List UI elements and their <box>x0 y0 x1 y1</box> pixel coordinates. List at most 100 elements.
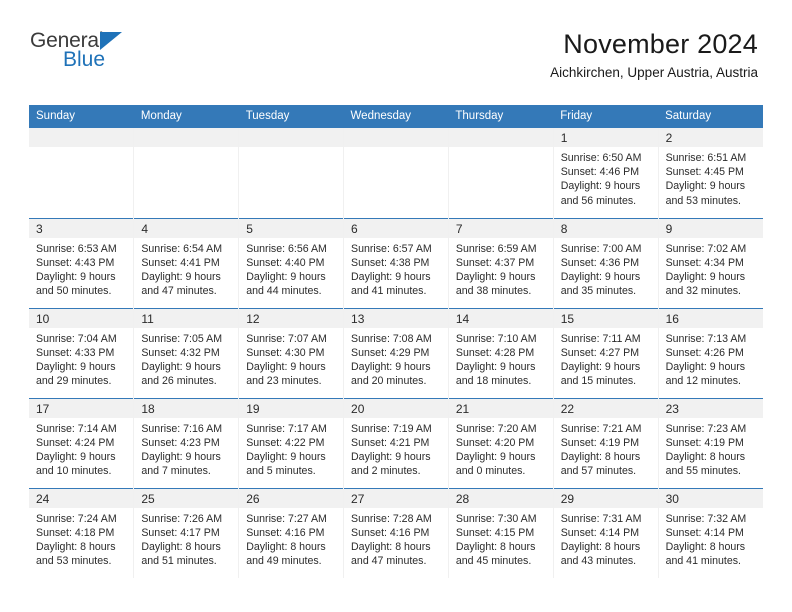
calendar-day-cell[interactable]: 21 Sunrise: 7:20 AM Sunset: 4:20 PM Dayligh… <box>448 397 554 488</box>
sunset-text: Sunset: 4:30 PM <box>246 346 325 359</box>
calendar-day-cell[interactable]: 16 Sunrise: 7:13 AM Sunset: 4:26 PM Dayligh… <box>658 307 763 398</box>
daylight-text-line2: and 57 minutes. <box>560 465 637 478</box>
calendar-day-cell[interactable]: 30 Sunrise: 7:32 AM Sunset: 4:14 PM Dayligh… <box>658 487 763 578</box>
daylight-text-line1: Daylight: 9 hours <box>351 450 431 463</box>
calendar-week-row: 17 Sunrise: 7:14 AM Sunset: 4:24 PM Dayligh… <box>29 397 763 488</box>
calendar-day-cell[interactable]: 7 Sunrise: 6:59 AM Sunset: 4:37 PM Daylight… <box>448 217 554 308</box>
day-details: Sunrise: 7:24 AM Sunset: 4:18 PM Daylight:… <box>29 508 133 569</box>
sunrise-text: Sunrise: 7:14 AM <box>36 422 117 435</box>
day-number: 2 <box>658 128 763 147</box>
daylight-text-line2: and 32 minutes. <box>665 285 741 298</box>
daylight-text-line1: Daylight: 8 hours <box>141 540 221 553</box>
day-number: 17 <box>29 398 134 418</box>
daylight-text-line1: Daylight: 9 hours <box>351 360 431 373</box>
sunset-text: Sunset: 4:34 PM <box>665 256 744 269</box>
day-details: Sunrise: 7:08 AM Sunset: 4:29 PM Daylight:… <box>344 328 448 389</box>
day-number: 15 <box>553 308 658 328</box>
sunset-text: Sunset: 4:40 PM <box>246 256 325 269</box>
calendar-day-cell[interactable]: 10 Sunrise: 7:04 AM Sunset: 4:33 PM Dayligh… <box>29 307 135 398</box>
daylight-text-line1: Daylight: 8 hours <box>36 540 116 553</box>
day-number: 10 <box>29 308 134 328</box>
general-blue-logo[interactable]: General Blue <box>30 30 180 76</box>
page-title: November 2024 <box>563 29 758 59</box>
daylight-text-line2: and 5 minutes. <box>246 465 316 478</box>
page-subtitle: Aichkirchen, Upper Austria, Austria <box>550 65 758 80</box>
sunset-text: Sunset: 4:19 PM <box>560 436 640 449</box>
sunset-text: Sunset: 4:16 PM <box>246 526 325 539</box>
calendar-day-cell[interactable]: 15 Sunrise: 7:11 AM Sunset: 4:27 PM Dayligh… <box>553 307 659 398</box>
calendar-day-cell[interactable]: 25 Sunrise: 7:26 AM Sunset: 4:17 PM Dayligh… <box>133 487 240 578</box>
weekday-header-monday: Monday <box>133 105 239 128</box>
daylight-text-line1: Daylight: 9 hours <box>246 270 326 283</box>
sunrise-text: Sunrise: 6:50 AM <box>560 152 642 164</box>
calendar-day-cell[interactable]: 9 Sunrise: 7:02 AM Sunset: 4:34 PM Daylight… <box>658 217 763 308</box>
calendar-day-cell-empty <box>238 128 345 218</box>
day-number: 18 <box>134 398 239 418</box>
sunrise-text: Sunrise: 7:02 AM <box>665 242 747 255</box>
sunrise-text: Sunrise: 6:57 AM <box>351 242 432 255</box>
calendar-week-row: 24 Sunrise: 7:24 AM Sunset: 4:18 PM Dayligh… <box>29 487 763 578</box>
calendar-day-cell[interactable]: 28 Sunrise: 7:30 AM Sunset: 4:15 PM Dayligh… <box>448 487 554 578</box>
day-number: 22 <box>553 398 658 418</box>
weekday-header-tuesday: Tuesday <box>238 105 344 128</box>
calendar-day-cell[interactable]: 26 Sunrise: 7:27 AM Sunset: 4:16 PM Dayligh… <box>238 487 345 578</box>
daylight-text-line2: and 18 minutes. <box>455 375 532 388</box>
calendar-day-cell[interactable]: 1 Sunrise: 6:50 AM Sunset: 4:46 PM Daylight… <box>553 128 659 218</box>
sunrise-text: Sunrise: 6:53 AM <box>36 242 117 255</box>
day-number: 16 <box>658 308 763 328</box>
daylight-text-line2: and 53 minutes. <box>665 194 741 207</box>
calendar-day-cell[interactable]: 19 Sunrise: 7:17 AM Sunset: 4:22 PM Dayligh… <box>238 397 345 488</box>
sunset-text: Sunset: 4:33 PM <box>36 346 115 359</box>
calendar-day-cell[interactable]: 4 Sunrise: 6:54 AM Sunset: 4:41 PM Daylight… <box>133 217 240 308</box>
calendar-day-cell[interactable]: 29 Sunrise: 7:31 AM Sunset: 4:14 PM Dayligh… <box>553 487 659 578</box>
calendar-day-cell[interactable]: 14 Sunrise: 7:10 AM Sunset: 4:28 PM Dayligh… <box>448 307 554 398</box>
calendar-day-cell[interactable]: 27 Sunrise: 7:28 AM Sunset: 4:16 PM Dayligh… <box>343 487 449 578</box>
daylight-text-line2: and 38 minutes. <box>455 285 532 298</box>
day-details: Sunrise: 6:59 AM Sunset: 4:37 PM Daylight:… <box>449 238 553 299</box>
calendar-day-cell[interactable]: 6 Sunrise: 6:57 AM Sunset: 4:38 PM Daylight… <box>343 217 449 308</box>
calendar-day-cell[interactable]: 3 Sunrise: 6:53 AM Sunset: 4:43 PM Daylight… <box>29 217 135 308</box>
day-details: Sunrise: 7:02 AM Sunset: 4:34 PM Daylight:… <box>659 238 763 299</box>
calendar-day-cell[interactable]: 20 Sunrise: 7:19 AM Sunset: 4:21 PM Dayligh… <box>343 397 449 488</box>
calendar-day-cell[interactable]: 18 Sunrise: 7:16 AM Sunset: 4:23 PM Dayligh… <box>133 397 240 488</box>
sunset-text: Sunset: 4:37 PM <box>455 256 535 269</box>
day-details: Sunrise: 6:51 AM Sunset: 4:45 PM Daylight:… <box>659 147 763 208</box>
day-number: 6 <box>344 218 448 238</box>
daylight-text-line2: and 43 minutes. <box>560 555 637 568</box>
sunset-text: Sunset: 4:21 PM <box>351 436 430 449</box>
sunrise-text: Sunrise: 7:27 AM <box>246 512 327 525</box>
calendar-day-cell[interactable]: 17 Sunrise: 7:14 AM Sunset: 4:24 PM Dayligh… <box>29 397 135 488</box>
daylight-text-line1: Daylight: 9 hours <box>36 270 116 283</box>
calendar-day-cell-empty <box>448 128 554 218</box>
calendar-day-cell[interactable]: 11 Sunrise: 7:05 AM Sunset: 4:32 PM Dayligh… <box>133 307 240 398</box>
daylight-text-line2: and 0 minutes. <box>455 465 526 478</box>
day-details: Sunrise: 7:20 AM Sunset: 4:20 PM Daylight:… <box>449 418 553 479</box>
calendar-day-cell[interactable]: 5 Sunrise: 6:56 AM Sunset: 4:40 PM Daylight… <box>238 217 345 308</box>
calendar-day-cell[interactable]: 23 Sunrise: 7:23 AM Sunset: 4:19 PM Dayligh… <box>658 397 763 488</box>
daylight-text-line1: Daylight: 9 hours <box>36 450 116 463</box>
day-number: 24 <box>29 488 134 508</box>
daylight-text-line2: and 2 minutes. <box>351 465 421 478</box>
logo-text-blue: Blue <box>63 48 106 71</box>
weekday-header-sunday: Sunday <box>29 105 134 128</box>
title-block: November 2024 Aichkirchen, Upper Austria… <box>550 28 758 83</box>
daylight-text-line1: Daylight: 8 hours <box>455 540 536 553</box>
calendar-day-cell[interactable]: 12 Sunrise: 7:07 AM Sunset: 4:30 PM Dayligh… <box>238 307 345 398</box>
day-details: Sunrise: 7:27 AM Sunset: 4:16 PM Daylight:… <box>239 508 343 569</box>
calendar-day-cell[interactable]: 2 Sunrise: 6:51 AM Sunset: 4:45 PM Daylight… <box>658 128 763 218</box>
daylight-text-line1: Daylight: 8 hours <box>246 540 326 553</box>
day-details: Sunrise: 7:28 AM Sunset: 4:16 PM Daylight:… <box>344 508 448 569</box>
sunrise-text: Sunrise: 7:11 AM <box>560 332 641 345</box>
calendar-day-cell[interactable]: 22 Sunrise: 7:21 AM Sunset: 4:19 PM Dayligh… <box>553 397 659 488</box>
sunset-text: Sunset: 4:20 PM <box>455 436 535 449</box>
daylight-text-line2: and 20 minutes. <box>351 375 427 388</box>
sunrise-text: Sunrise: 6:51 AM <box>665 152 747 164</box>
sunset-text: Sunset: 4:26 PM <box>665 346 744 359</box>
day-details: Sunrise: 7:30 AM Sunset: 4:15 PM Daylight:… <box>449 508 553 569</box>
daylight-text-line1: Daylight: 8 hours <box>351 540 431 553</box>
calendar-day-cell[interactable]: 13 Sunrise: 7:08 AM Sunset: 4:29 PM Dayligh… <box>343 307 449 398</box>
sunset-text: Sunset: 4:29 PM <box>351 346 430 359</box>
daylight-text-line1: Daylight: 9 hours <box>665 270 746 283</box>
calendar-day-cell[interactable]: 24 Sunrise: 7:24 AM Sunset: 4:18 PM Dayligh… <box>29 487 135 578</box>
calendar-day-cell[interactable]: 8 Sunrise: 7:00 AM Sunset: 4:36 PM Daylight… <box>553 217 659 308</box>
